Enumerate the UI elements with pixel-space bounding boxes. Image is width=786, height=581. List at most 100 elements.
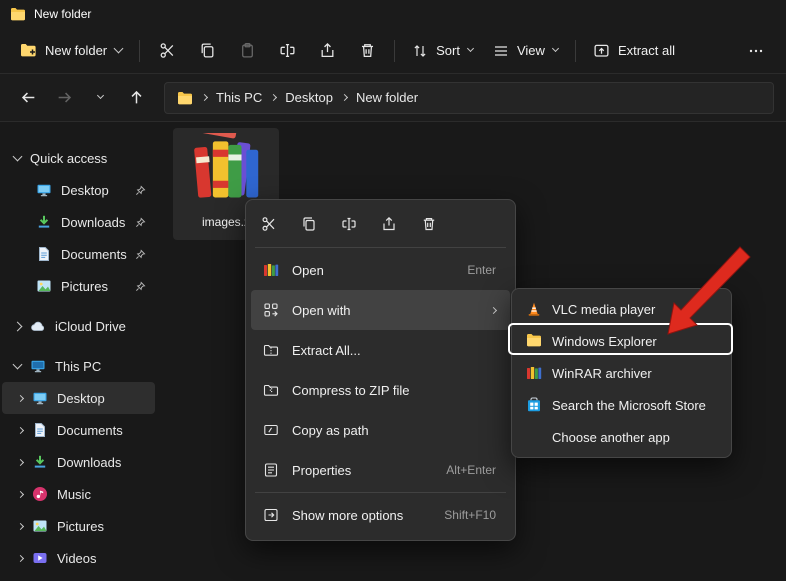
breadcrumb-new-folder[interactable]: New folder [356,90,418,105]
menu-item-open[interactable]: Open Enter [251,250,510,290]
view-label: View [517,43,545,58]
delete-button[interactable] [347,34,387,68]
cloud-icon [30,318,46,334]
breadcrumb-chevron-icon [201,94,208,101]
documents-icon [32,422,48,438]
paste-icon [239,42,256,59]
address-bar[interactable]: This PC Desktop New folder [164,82,774,114]
desktop-icon [36,182,52,198]
chevron-right-icon [17,522,24,529]
properties-icon [263,462,280,479]
menu-item-properties[interactable]: Properties Alt+Enter [251,450,510,490]
chevron-right-icon [17,458,24,465]
sidebar-item-pictures-this-pc[interactable]: Pictures [2,510,155,542]
new-folder-label: New folder [45,43,107,58]
rename-icon [279,42,296,59]
chevron-right-icon [17,394,24,401]
copy-button[interactable] [187,34,227,68]
submenu-item-winrar[interactable]: WinRAR archiver [516,357,727,389]
delete-icon [421,216,437,232]
breadcrumb-chevron-icon [341,94,348,101]
share-button[interactable] [373,208,405,240]
share-button[interactable] [307,34,347,68]
sidebar-item-documents-this-pc[interactable]: Documents [2,414,155,446]
submenu-item-microsoft-store[interactable]: Search the Microsoft Store [516,389,727,421]
submenu-item-vlc[interactable]: VLC media player [516,293,727,325]
sidebar-item-label: Downloads [57,455,121,470]
sidebar-section-quick-access[interactable]: Quick access [2,142,155,174]
forward-icon [56,89,73,106]
vlc-icon [526,301,542,317]
rename-button[interactable] [333,208,365,240]
toolbar-divider [139,40,140,62]
back-button[interactable] [12,82,44,114]
menu-item-compress-zip[interactable]: Compress to ZIP file [251,370,510,410]
quick-access-label: Quick access [30,151,107,166]
sidebar-section-this-pc[interactable]: This PC [2,350,155,382]
copy-button[interactable] [293,208,325,240]
music-icon [32,486,48,502]
copy-path-icon [263,422,280,439]
menu-item-label: Open with [292,303,351,318]
menu-item-copy-as-path[interactable]: Copy as path [251,410,510,450]
open-with-icon [263,302,280,319]
up-button[interactable] [120,82,152,114]
file-name-label: images.z [202,215,250,229]
sidebar-item-label: Music [57,487,91,502]
copy-icon [199,42,216,59]
recent-locations-button[interactable] [84,82,116,114]
submenu-item-label: WinRAR archiver [552,366,652,381]
menu-item-show-more-options[interactable]: Show more options Shift+F10 [251,495,510,535]
sidebar-item-downloads-this-pc[interactable]: Downloads [2,446,155,478]
chevron-down-icon [467,45,474,52]
paste-button[interactable] [227,34,267,68]
pin-icon [135,248,146,263]
location-folder-icon [177,91,193,105]
chevron-down-icon [114,44,124,54]
chevron-down-icon [13,151,23,161]
sidebar-item-pictures[interactable]: Pictures [2,270,155,302]
zip-icon [263,382,280,399]
menu-separator [255,492,506,493]
sidebar-item-videos[interactable]: Videos [2,542,155,574]
cut-button[interactable] [147,34,187,68]
sidebar-item-documents[interactable]: Documents [2,238,155,270]
view-icon [493,43,509,59]
new-folder-button[interactable]: New folder [10,36,132,65]
sidebar-item-label: Desktop [57,391,105,406]
sidebar-item-music[interactable]: Music [2,478,155,510]
sidebar-item-desktop-this-pc[interactable]: Desktop [2,382,155,414]
menu-item-extract-all[interactable]: Extract All... [251,330,510,370]
breadcrumb-desktop[interactable]: Desktop [285,90,333,105]
breadcrumb-this-pc[interactable]: This PC [216,90,262,105]
navigation-bar: This PC Desktop New folder [0,74,786,122]
sidebar-item-desktop[interactable]: Desktop [2,174,155,206]
menu-item-label: Extract All... [292,343,361,358]
videos-icon [32,550,48,566]
share-icon [319,42,336,59]
breadcrumb-chevron-icon [270,94,277,101]
back-icon [20,89,37,106]
chevron-down-icon [96,92,103,99]
window-folder-icon [10,7,26,21]
see-more-button[interactable] [736,34,776,68]
view-button[interactable]: View [483,36,568,66]
cut-button[interactable] [253,208,285,240]
winrar-archive-icon [186,133,266,207]
rename-button[interactable] [267,34,307,68]
sort-icon [412,43,428,59]
submenu-item-choose-another-app[interactable]: Choose another app [516,421,727,453]
submenu-item-windows-explorer[interactable]: Windows Explorer [516,325,727,357]
forward-button[interactable] [48,82,80,114]
extract-all-button[interactable]: Extract all [583,35,685,66]
sidebar-item-downloads[interactable]: Downloads [2,206,155,238]
extract-icon [263,342,280,359]
sort-button[interactable]: Sort [402,36,483,66]
menu-item-open-with[interactable]: Open with [251,290,510,330]
sidebar-item-label: Pictures [57,519,104,534]
delete-button[interactable] [413,208,445,240]
submenu-item-label: Search the Microsoft Store [552,398,706,413]
sidebar-section-icloud-drive[interactable]: iCloud Drive [2,310,155,342]
menu-item-label: Properties [292,463,351,478]
menu-shortcut: Alt+Enter [446,463,496,477]
